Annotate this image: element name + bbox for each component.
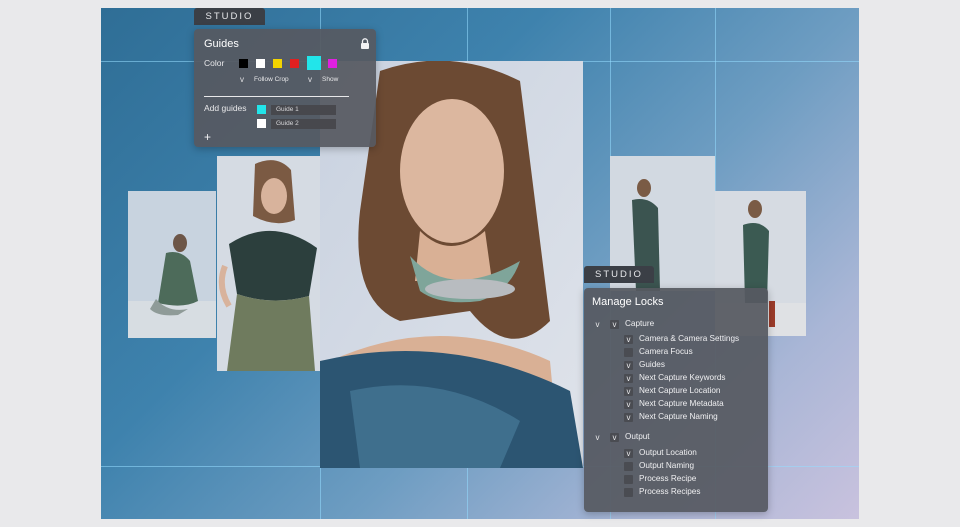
checkmark-icon: v (626, 335, 631, 344)
checkmark-icon: v (612, 320, 617, 329)
lock-checkbox-output-naming[interactable] (624, 462, 633, 471)
checkmark-icon: v (626, 413, 631, 422)
thumbnail-photo-hand-on-hip[interactable] (217, 156, 320, 371)
manage-locks-title: Manage Locks (592, 296, 664, 308)
guide-1-color-swatch[interactable] (257, 105, 266, 114)
lock-checkbox-process-recipes[interactable] (624, 488, 633, 497)
show-label[interactable]: Show (322, 76, 338, 83)
guides-panel-title: Guides (204, 38, 239, 50)
output-group-label: Output (625, 432, 650, 441)
lock-item-process-recipes: Process Recipes (639, 487, 701, 496)
thumbnail-photo-crouching[interactable] (128, 191, 216, 338)
output-expand-chevron-icon[interactable]: v (593, 433, 602, 442)
manage-locks-panel: Manage Locks v v Capture v Camera & Came… (584, 288, 768, 512)
color-swatch-magenta[interactable] (328, 59, 337, 68)
lock-item-output-location: Output Location (639, 448, 697, 457)
color-swatch-white[interactable] (256, 59, 265, 68)
follow-crop-chevron-icon[interactable]: v (240, 75, 244, 84)
checkmark-icon: v (612, 433, 617, 442)
color-swatch-cyan[interactable] (307, 56, 321, 70)
checkmark-icon: v (626, 400, 631, 409)
guide-2-name[interactable]: Guide 2 (271, 119, 336, 129)
color-swatch-black[interactable] (239, 59, 248, 68)
lock-item-camera-settings: Camera & Camera Settings (639, 334, 740, 343)
studio-tag: STUDIO (584, 266, 654, 283)
lock-checkbox-camera-focus[interactable] (624, 348, 633, 357)
checkmark-icon: v (626, 361, 631, 370)
show-chevron-icon[interactable]: v (308, 75, 312, 84)
add-guides-label: Add guides (204, 103, 247, 113)
lock-item-next-capture-keywords: Next Capture Keywords (639, 373, 726, 382)
capture-expand-chevron-icon[interactable]: v (593, 320, 602, 329)
guide-2-color-swatch[interactable] (257, 119, 266, 128)
color-swatch-red[interactable] (290, 59, 299, 68)
guide-1-name[interactable]: Guide 1 (271, 105, 336, 115)
checkmark-icon: v (626, 374, 631, 383)
lock-item-next-capture-metadata: Next Capture Metadata (639, 399, 724, 408)
lock-checkbox-process-recipe[interactable] (624, 475, 633, 484)
lock-item-camera-focus: Camera Focus (639, 347, 693, 356)
capture-group-label: Capture (625, 319, 655, 328)
lock-item-output-naming: Output Naming (639, 461, 695, 470)
studio-tag: STUDIO (194, 8, 265, 25)
lock-item-next-capture-location: Next Capture Location (639, 386, 721, 395)
lock-item-guides: Guides (639, 360, 665, 369)
lock-item-process-recipe: Process Recipe (639, 474, 697, 483)
divider (204, 96, 349, 97)
lock-icon[interactable] (360, 36, 370, 49)
checkmark-icon: v (626, 449, 631, 458)
checkmark-icon: v (626, 387, 631, 396)
follow-crop-label[interactable]: Follow Crop (254, 76, 289, 83)
guides-panel: Guides Color v Follow Crop v Show Add gu… (194, 29, 376, 147)
lock-item-next-capture-naming: Next Capture Naming (639, 412, 718, 421)
color-swatch-yellow[interactable] (273, 59, 282, 68)
color-label: Color (204, 58, 225, 68)
add-guide-button[interactable]: + (204, 130, 211, 144)
